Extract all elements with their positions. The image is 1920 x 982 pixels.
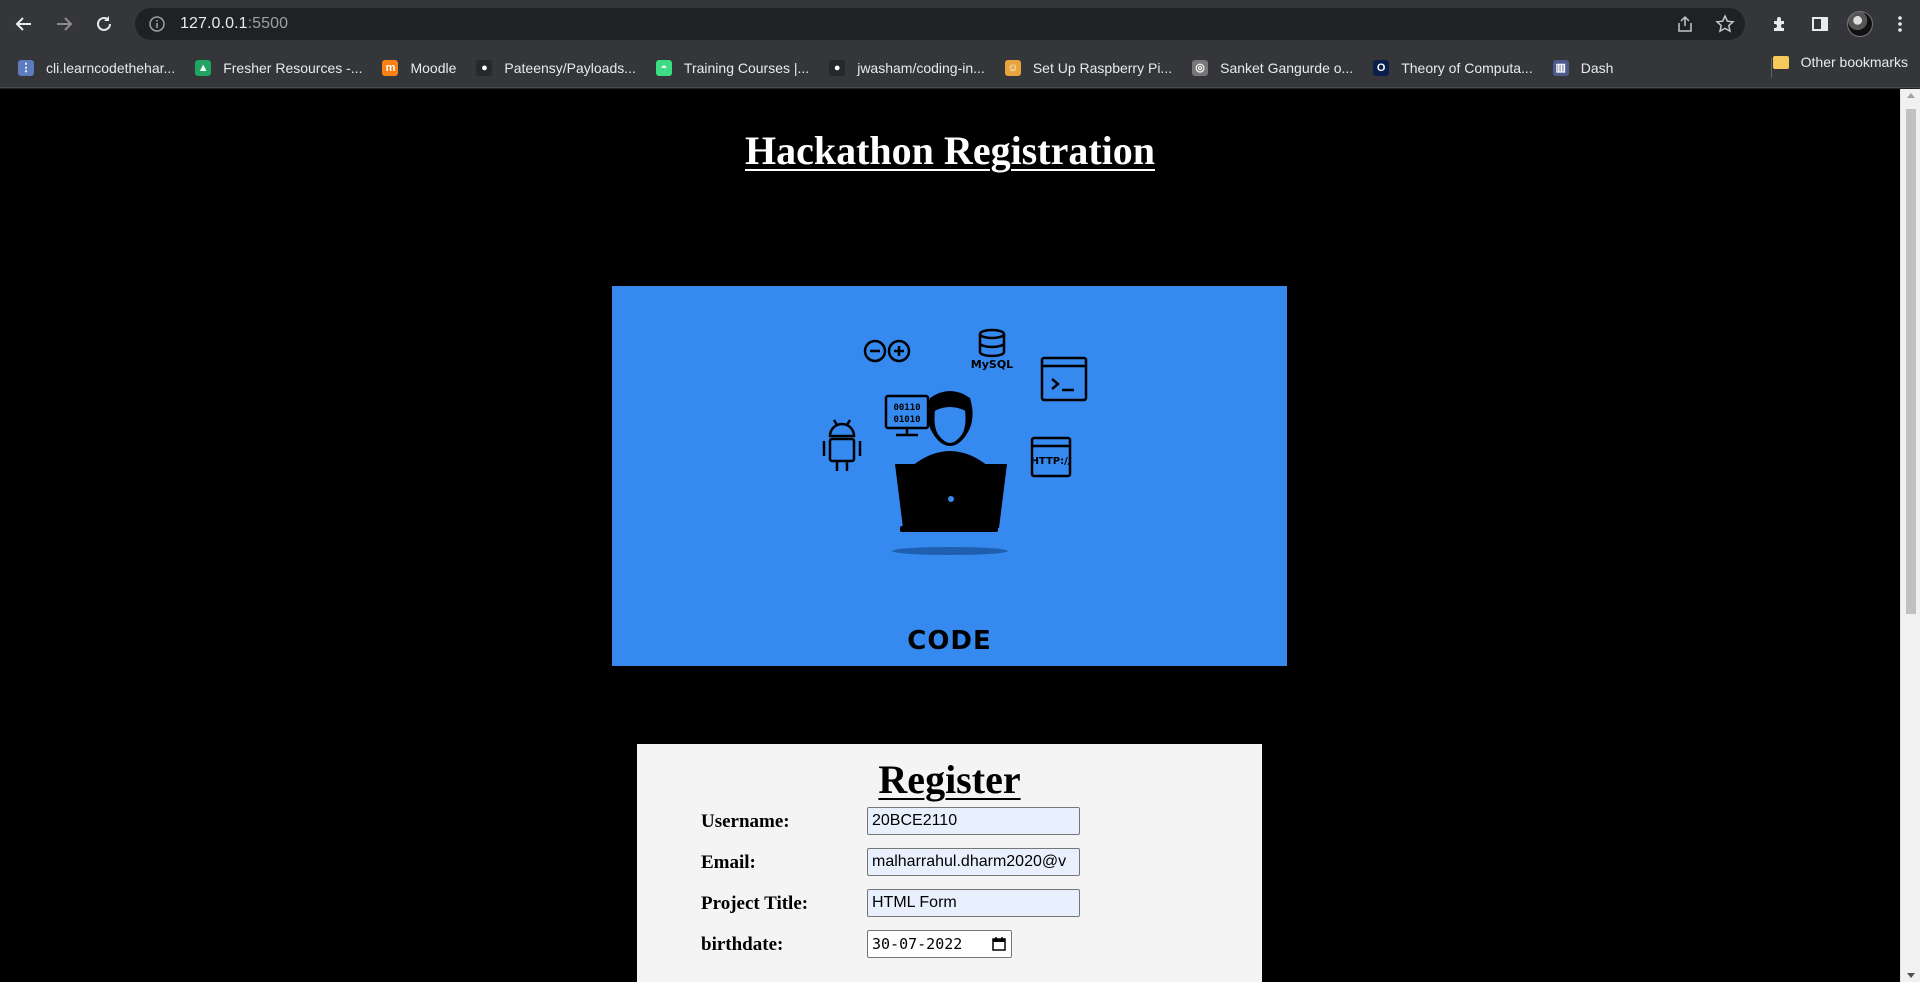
svg-text:00110: 00110 (893, 403, 920, 413)
email-row: Email: (701, 848, 1221, 878)
bookmark-label: Sanket Gangurde o... (1220, 59, 1354, 76)
form-title: Register (878, 757, 1021, 802)
other-bookmarks-label: Other bookmarks (1800, 54, 1908, 70)
developer-illustration: 00110 01010 MySQL HTTP:// (822, 328, 1088, 555)
bookmark-label: Theory of Computa... (1401, 59, 1533, 76)
bookmarks-bar: ⋮ cli.learncodethehar... ▲ Fresher Resource… (0, 48, 1920, 88)
bookmark-label: Pateensy/Payloads... (504, 59, 636, 76)
bookmark-favicon-icon: ▲ (195, 59, 212, 76)
bookmark-item[interactable]: ▥ Dash (1543, 54, 1624, 82)
url-port: :5500 (247, 15, 289, 32)
bookmark-item[interactable]: ● jwasham/coding-in... (819, 54, 995, 82)
bookmark-item[interactable]: ◓ Training Courses |... (646, 54, 819, 82)
bookmark-favicon-icon: ☺ (1004, 59, 1021, 76)
bookmark-favicon-icon: ● (476, 59, 493, 76)
bookmark-label: Moodle (410, 59, 457, 76)
birthdate-label: birthdate: (701, 934, 784, 955)
project-title-input[interactable] (867, 889, 1080, 917)
browser-toolbar: 127.0.0.1:5500 (0, 0, 1920, 48)
calendar-icon[interactable] (991, 936, 1007, 952)
bookmark-label: Training Courses |... (683, 59, 810, 76)
url-host: 127.0.0.1 (180, 15, 248, 32)
email-label: Email: (701, 852, 756, 873)
bookmark-favicon-icon: ◎ (1192, 59, 1209, 76)
bookmark-favicon-icon: m (382, 59, 399, 76)
registration-form: Register Username: Email: Project Title:… (637, 744, 1262, 982)
username-row: Username: (701, 807, 1221, 837)
project-title-row: Project Title: (701, 889, 1221, 919)
bookmark-label: jwasham/coding-in... (857, 59, 985, 76)
page-viewport: Hackathon Registration 00110 01010 MySQL… (0, 89, 1900, 982)
bookmark-item[interactable]: ⋮ cli.learncodethehar... (8, 54, 185, 82)
svg-text:MySQL: MySQL (971, 358, 1013, 371)
forward-icon[interactable] (48, 8, 80, 40)
bookmark-label: Dash (1580, 59, 1614, 76)
bookmark-item[interactable]: O Theory of Computa... (1363, 54, 1543, 82)
address-bar[interactable]: 127.0.0.1:5500 (135, 8, 1745, 40)
birthdate-row: birthdate: (701, 930, 1221, 960)
scroll-up-arrow-icon[interactable] (1907, 93, 1915, 98)
url-text[interactable]: 127.0.0.1:5500 (180, 15, 288, 33)
username-label: Username: (701, 811, 790, 832)
hero-caption: CODE (907, 626, 992, 656)
bookmark-item[interactable]: ● Pateensy/Payloads... (466, 54, 646, 82)
bookmark-label: Fresher Resources -... (223, 59, 363, 76)
username-input[interactable] (867, 807, 1080, 835)
bookmark-item[interactable]: ◎ Sanket Gangurde o... (1182, 54, 1363, 82)
bookmark-item[interactable]: ☺ Set Up Raspberry Pi... (995, 54, 1182, 82)
scroll-thumb[interactable] (1906, 109, 1916, 614)
bookmark-favicon-icon: ● (829, 59, 846, 76)
arduino-icon (863, 339, 911, 363)
android-icon (822, 419, 862, 471)
bookmark-item[interactable]: m Moodle (372, 54, 466, 82)
avatar (1847, 11, 1873, 37)
database-icon: MySQL (971, 328, 1013, 371)
folder-icon (1772, 55, 1789, 69)
project-title-label: Project Title: (701, 893, 809, 914)
laptop-shadow (892, 547, 1008, 555)
email-input[interactable] (867, 848, 1080, 876)
bookmark-item[interactable]: ▲ Fresher Resources -... (185, 54, 372, 82)
scroll-down-arrow-icon[interactable] (1907, 973, 1915, 978)
extensions-icon[interactable] (1760, 8, 1800, 40)
bookmark-label: Set Up Raspberry Pi... (1032, 59, 1173, 76)
page-title: Hackathon Registration (745, 128, 1155, 173)
bookmark-favicon-icon: ▥ (1552, 59, 1569, 76)
profile-avatar[interactable] (1840, 8, 1880, 40)
http-browser-icon: HTTP:// (1031, 436, 1072, 478)
other-bookmarks-button[interactable]: Other bookmarks (1772, 54, 1908, 70)
side-panel-icon[interactable] (1800, 8, 1840, 40)
terminal-icon (1040, 356, 1088, 402)
bookmark-star-icon[interactable] (1705, 8, 1745, 40)
site-info-icon[interactable] (148, 15, 166, 33)
hero-image: 00110 01010 MySQL HTTP:// CODE (612, 286, 1287, 666)
svg-text:01010: 01010 (893, 415, 920, 425)
laptop-icon (895, 464, 1007, 532)
back-icon[interactable] (8, 8, 40, 40)
reload-icon[interactable] (88, 8, 120, 40)
svg-text:HTTP://: HTTP:// (1031, 456, 1072, 467)
menu-kebab-icon[interactable] (1880, 8, 1920, 40)
bookmark-favicon-icon: ⋮ (18, 59, 34, 76)
bookmark-favicon-icon: ◓ (655, 59, 672, 76)
share-icon[interactable] (1665, 8, 1705, 40)
bookmarks-list: ⋮ cli.learncodethehar... ▲ Fresher Resource… (8, 54, 1623, 82)
page-scrollbar[interactable] (1900, 89, 1920, 982)
binary-monitor-icon: 00110 01010 (884, 394, 930, 437)
bookmark-favicon-icon: O (1373, 59, 1390, 76)
bookmark-label: cli.learncodethehar... (46, 59, 176, 76)
